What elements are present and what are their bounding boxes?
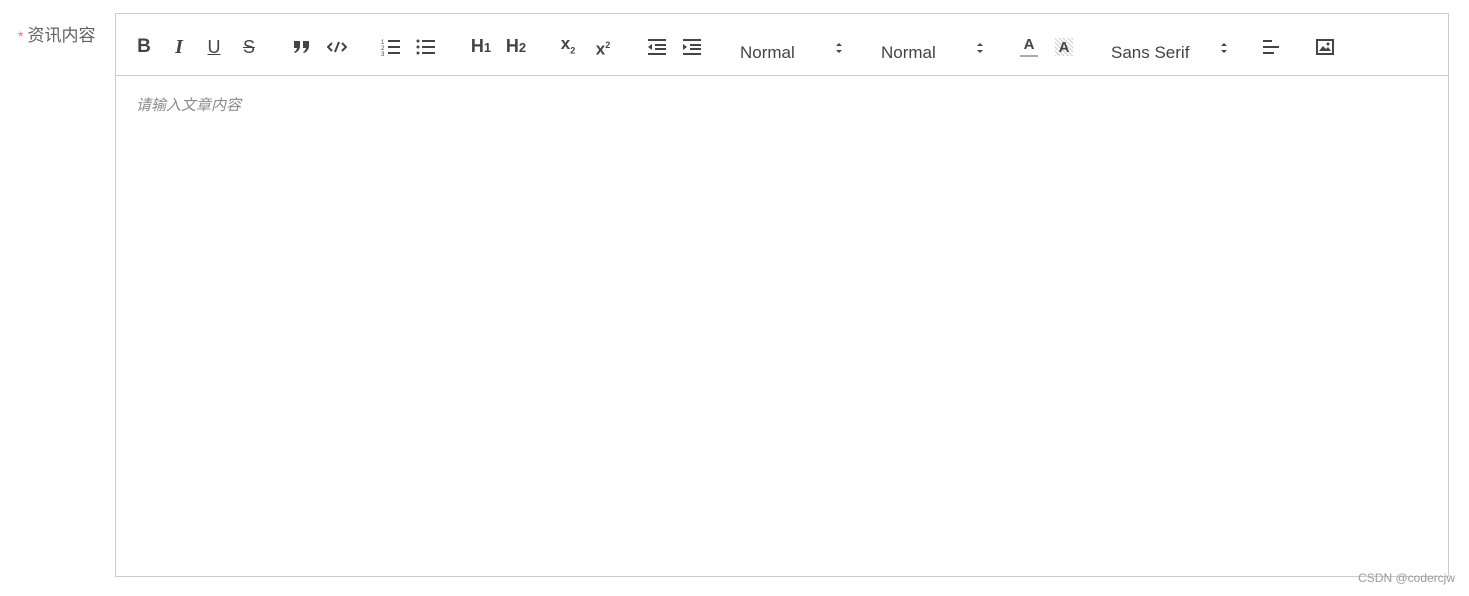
subscript-icon: x2 bbox=[561, 33, 575, 61]
picker-arrows-icon bbox=[977, 43, 983, 53]
font-picker[interactable]: Sans Serif bbox=[1111, 36, 1229, 64]
header-1-number: 1 bbox=[483, 40, 492, 55]
underline-icon: U bbox=[207, 37, 221, 57]
superscript-mark: 2 bbox=[605, 39, 611, 50]
image-button[interactable] bbox=[1314, 36, 1336, 58]
italic-icon: I bbox=[175, 36, 183, 58]
text-color-icon: A bbox=[1020, 37, 1038, 57]
size-picker-label: Normal bbox=[740, 43, 795, 62]
subscript-button[interactable]: x2 bbox=[557, 33, 579, 61]
image-icon bbox=[1316, 39, 1334, 55]
svg-text:3: 3 bbox=[381, 52, 385, 56]
blockquote-button[interactable] bbox=[291, 36, 313, 58]
editor-content-area[interactable]: 请输入文章内容 bbox=[116, 76, 1448, 576]
bold-icon: B bbox=[137, 36, 151, 57]
rich-text-editor: B I U S 1 2 3 H1 H2 x2 x2 Normal Normal … bbox=[115, 13, 1449, 577]
form-label: * 资讯内容 bbox=[18, 21, 95, 46]
code-block-icon bbox=[327, 41, 347, 53]
align-icon bbox=[1263, 40, 1279, 54]
background-color-button[interactable]: A bbox=[1053, 36, 1075, 58]
superscript-letter: x bbox=[595, 39, 606, 59]
text-color-button[interactable]: A bbox=[1018, 36, 1040, 58]
bullet-list-icon bbox=[416, 39, 435, 55]
header-1-button[interactable]: H1 bbox=[468, 36, 494, 58]
header-2-letter: H bbox=[505, 36, 519, 56]
header-2-icon: H2 bbox=[506, 35, 526, 59]
strike-button[interactable]: S bbox=[238, 36, 260, 58]
header-2-number: 2 bbox=[518, 40, 527, 55]
picker-arrows-icon bbox=[836, 43, 842, 53]
editor-toolbar: B I U S 1 2 3 H1 H2 x2 x2 Normal Normal … bbox=[116, 14, 1448, 76]
superscript-icon: x2 bbox=[596, 34, 610, 61]
text-color-bar bbox=[1020, 55, 1038, 57]
font-picker-label: Sans Serif bbox=[1111, 43, 1190, 62]
header-2-button[interactable]: H2 bbox=[503, 36, 529, 58]
watermark: CSDN @codercjw bbox=[1358, 571, 1455, 585]
strike-icon: S bbox=[242, 37, 255, 57]
size-picker[interactable]: Normal bbox=[740, 36, 844, 64]
subscript-mark: 2 bbox=[570, 45, 576, 56]
bold-button[interactable]: B bbox=[133, 36, 155, 58]
background-color-icon: A bbox=[1055, 38, 1073, 56]
required-mark: * bbox=[18, 28, 24, 44]
underline-button[interactable]: U bbox=[203, 36, 225, 58]
header-picker-label: Normal bbox=[881, 43, 936, 62]
indent-button[interactable] bbox=[681, 36, 703, 58]
background-color-letter: A bbox=[1058, 38, 1070, 56]
code-block-button[interactable] bbox=[326, 36, 348, 58]
form-label-text: 资讯内容 bbox=[27, 26, 96, 45]
header-1-letter: H bbox=[470, 36, 484, 56]
indent-icon bbox=[683, 39, 701, 55]
outdent-icon bbox=[648, 39, 666, 55]
header-picker[interactable]: Normal bbox=[881, 36, 985, 64]
header-1-icon: H1 bbox=[471, 35, 491, 59]
bullet-list-button[interactable] bbox=[415, 36, 437, 58]
text-color-letter: A bbox=[1023, 36, 1035, 53]
editor-placeholder: 请输入文章内容 bbox=[136, 97, 242, 114]
picker-arrows-icon bbox=[1221, 43, 1227, 53]
italic-button[interactable]: I bbox=[168, 36, 190, 58]
superscript-button[interactable]: x2 bbox=[592, 36, 614, 58]
blockquote-icon bbox=[294, 41, 309, 53]
outdent-button[interactable] bbox=[646, 36, 668, 58]
subscript-letter: x bbox=[560, 33, 571, 53]
align-button[interactable] bbox=[1260, 36, 1282, 58]
ordered-list-button[interactable]: 1 2 3 bbox=[380, 36, 402, 58]
ordered-list-icon: 1 2 3 bbox=[381, 40, 400, 56]
